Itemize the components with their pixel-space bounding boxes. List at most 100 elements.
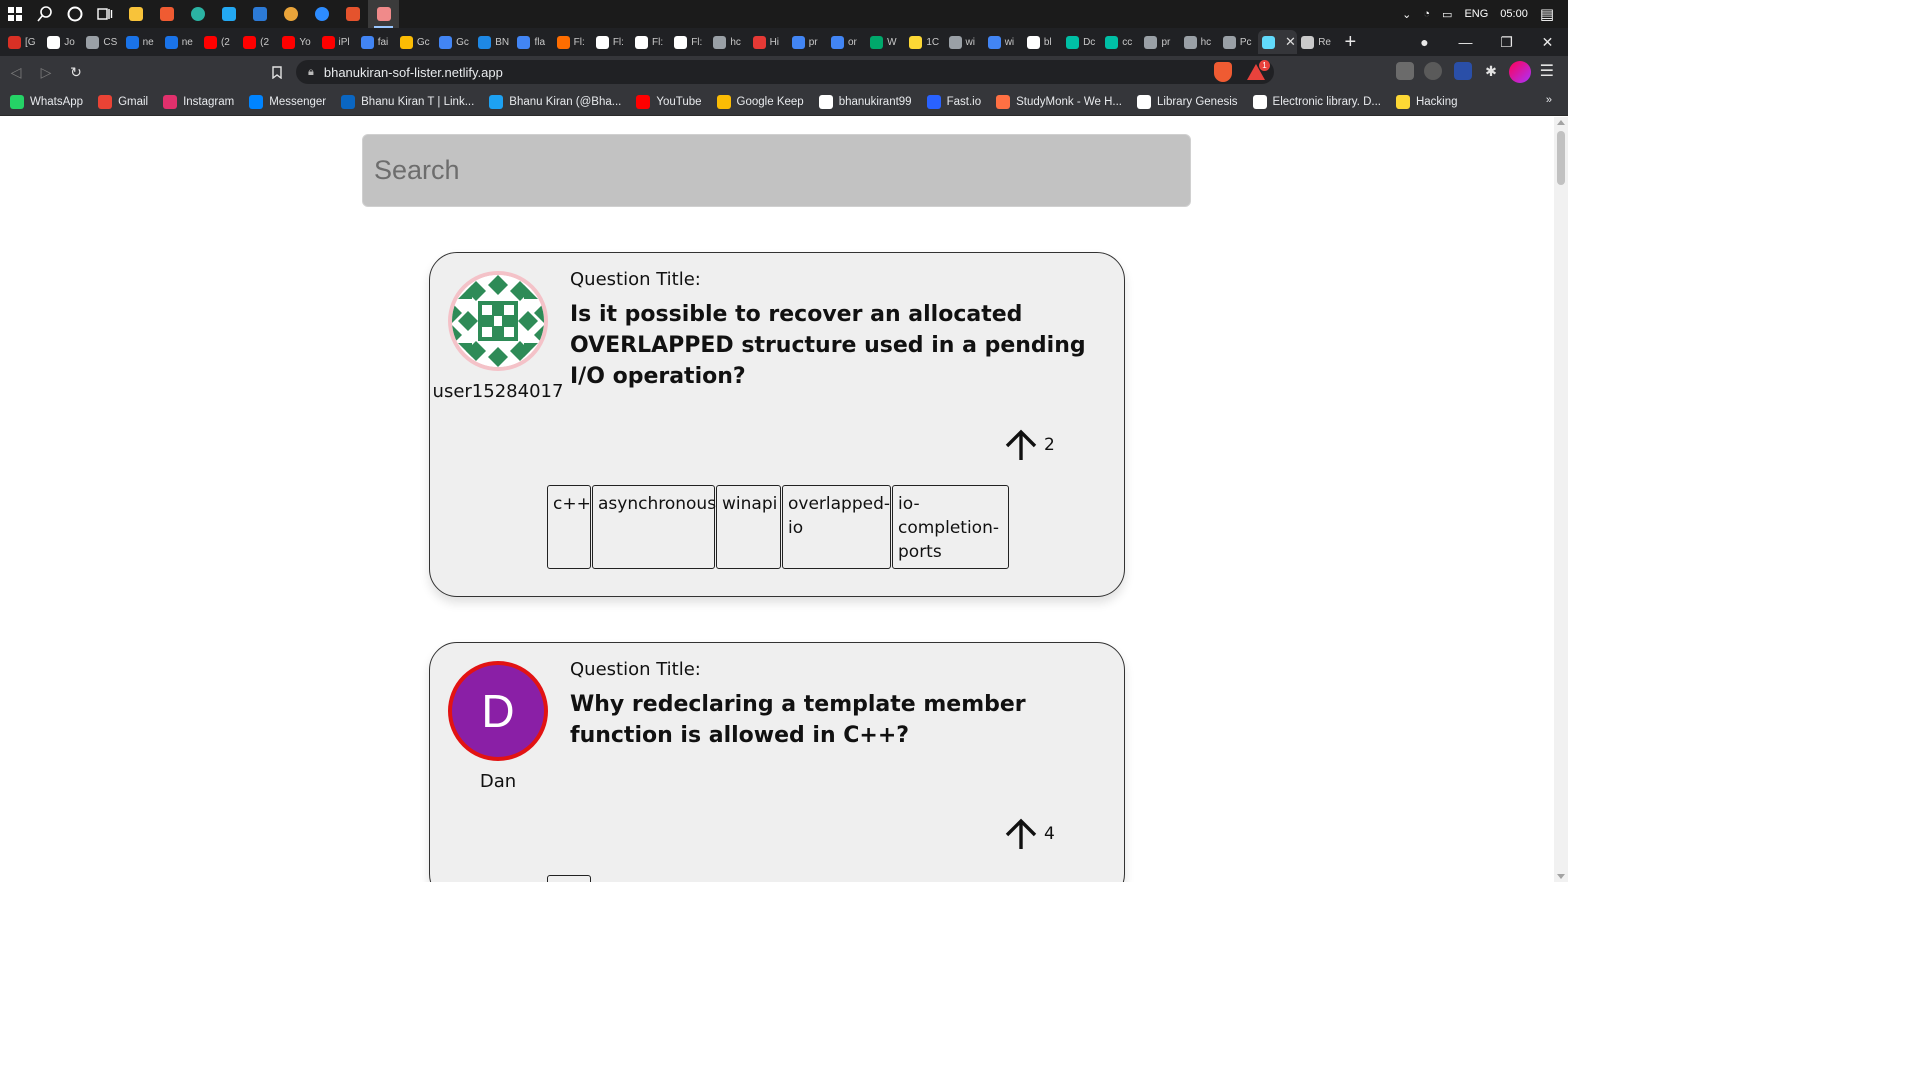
wifi-icon[interactable]: ◔ (1423, 8, 1430, 20)
bookmark-item[interactable]: YouTube (636, 94, 702, 109)
question-card[interactable]: user15284017 Question Title: Is it possi… (429, 252, 1125, 597)
task-view-icon[interactable] (90, 0, 120, 28)
profile-icon[interactable]: ● (1404, 34, 1445, 50)
new-tab-button[interactable]: + (1336, 30, 1364, 54)
browser-tab[interactable]: bl (1023, 30, 1062, 54)
browser-tab[interactable]: Pc (1219, 30, 1258, 54)
brave-shields-icon[interactable] (1214, 62, 1232, 82)
browser-tab[interactable]: fai (357, 30, 396, 54)
bookmarks-overflow-icon[interactable]: » (1546, 94, 1552, 106)
bookmark-item[interactable]: StudyMonk - We H... (996, 94, 1122, 109)
browser-tab[interactable]: Re (1297, 30, 1336, 54)
menu-icon[interactable]: ☰ (1540, 61, 1554, 81)
tag[interactable] (547, 875, 591, 882)
browser-tab[interactable]: 1C (905, 30, 944, 54)
address-bar[interactable]: 🔒︎ bhanukiran-sof-lister.netlify.app (296, 60, 1274, 84)
bookmark-item[interactable]: Messenger (249, 94, 326, 109)
translate-extension-icon[interactable] (1454, 62, 1472, 80)
tag[interactable]: c++ (547, 485, 591, 569)
bookmark-item[interactable]: Hacking (1395, 94, 1458, 109)
browser-tab[interactable]: Gc (435, 30, 474, 54)
tag[interactable]: io-completion-ports (892, 485, 1009, 569)
language-indicator[interactable]: ENG (1464, 8, 1488, 20)
browser-tab[interactable]: ne (122, 30, 161, 54)
question-title[interactable]: Why redeclaring a template member functi… (570, 689, 1110, 751)
browser-tab[interactable]: wi (945, 30, 984, 54)
browser-tab[interactable]: ne (161, 30, 200, 54)
vscode-icon[interactable] (213, 0, 244, 28)
brave-beta-icon[interactable] (337, 0, 368, 28)
bookmark-item[interactable]: Gmail (98, 94, 148, 109)
browser-tab[interactable]: W (866, 30, 905, 54)
reload-icon[interactable]: ↻ (62, 58, 90, 86)
browser-tab[interactable]: (2 (239, 30, 278, 54)
chevron-up-icon[interactable]: ⌄ (1402, 8, 1411, 21)
search-input[interactable] (362, 134, 1191, 207)
browser-tab[interactable]: iPl (318, 30, 357, 54)
minimize-icon[interactable]: — (1445, 34, 1486, 50)
upvote-arrow-icon[interactable] (1004, 817, 1038, 851)
bookmark-item[interactable]: Library Genesis (1137, 94, 1238, 109)
browser-tab[interactable]: Fl: (670, 30, 709, 54)
browser-tab[interactable]: Fl: (592, 30, 631, 54)
scroll-up-icon[interactable] (1557, 120, 1565, 125)
scroll-down-icon[interactable] (1557, 874, 1565, 879)
browser-tab[interactable]: Dc (1062, 30, 1101, 54)
bookmark-item[interactable]: Bhanu Kiran (@Bha... (489, 94, 621, 109)
extension-icon[interactable] (1396, 62, 1414, 80)
question-card[interactable]: D Dan Question Title: Why redeclaring a … (429, 642, 1125, 882)
forward-icon[interactable]: ▷ (32, 58, 60, 86)
browser-tab[interactable]: (2 (200, 30, 239, 54)
browser-tab[interactable]: Jo (43, 30, 82, 54)
browser-tab[interactable]: pr (1140, 30, 1179, 54)
username[interactable]: user15284017 (430, 381, 566, 402)
notification-icon[interactable]: ▤ (1540, 5, 1554, 23)
bookmark-item[interactable]: Bhanu Kiran T | Link... (341, 94, 474, 109)
back-icon[interactable]: ◁ (2, 58, 30, 86)
avatar-icon[interactable] (1509, 61, 1531, 83)
browser-tab[interactable]: CS (82, 30, 121, 54)
browser-tab[interactable]: Fl: (553, 30, 592, 54)
mail-icon[interactable] (244, 0, 275, 28)
brave-taskbar-icon[interactable] (151, 0, 182, 28)
browser-tab[interactable]: Yo (278, 30, 317, 54)
extension-cloud-icon[interactable] (1424, 62, 1442, 80)
browser-tab[interactable]: [G (4, 30, 43, 54)
bookmark-item[interactable]: WhatsApp (10, 94, 83, 109)
browser-tab[interactable]: Gc (396, 30, 435, 54)
bookmark-item[interactable]: Electronic library. D... (1252, 94, 1381, 109)
windows-start-icon[interactable] (0, 0, 30, 28)
puzzle-icon[interactable]: ✱ (1482, 62, 1500, 80)
scrollbar[interactable] (1554, 117, 1568, 882)
browser-tab[interactable]: or (827, 30, 866, 54)
browser-tab[interactable]: ✕ (1258, 30, 1298, 54)
bookmark-item[interactable]: Google Keep (716, 94, 804, 109)
bookmark-item[interactable]: Instagram (163, 94, 234, 109)
browser-tab[interactable]: cc (1101, 30, 1140, 54)
tag[interactable]: asynchronous (592, 485, 716, 569)
brave-active-window-icon[interactable] (368, 0, 399, 28)
scroll-thumb[interactable] (1557, 131, 1565, 185)
browser-tab[interactable]: hc (709, 30, 748, 54)
chrome-icon[interactable] (275, 0, 306, 28)
username[interactable]: Dan (430, 771, 566, 792)
close-icon[interactable]: ✕ (1527, 34, 1568, 51)
tag[interactable]: overlapped-io (782, 485, 891, 569)
clock[interactable]: 05:00 (1500, 8, 1528, 20)
browser-tab[interactable]: wi (984, 30, 1023, 54)
bookmark-item[interactable]: bhanukirant99 (818, 94, 912, 109)
search-icon[interactable] (30, 0, 60, 28)
bookmark-icon[interactable] (266, 56, 288, 88)
bookmark-item[interactable]: Fast.io (926, 94, 981, 109)
browser-tab[interactable]: hc (1180, 30, 1219, 54)
battery-icon[interactable]: ▭ (1442, 8, 1452, 21)
cortana-icon[interactable] (60, 0, 90, 28)
file-explorer-icon[interactable] (120, 0, 151, 28)
browser-tab[interactable]: pr (788, 30, 827, 54)
edge-icon[interactable] (182, 0, 213, 28)
zoom-icon[interactable] (306, 0, 337, 28)
browser-tab[interactable]: fla (513, 30, 552, 54)
tab-close-icon[interactable]: ✕ (1285, 34, 1296, 50)
browser-tab[interactable]: Hi (749, 30, 788, 54)
tag[interactable]: winapi (716, 485, 781, 569)
